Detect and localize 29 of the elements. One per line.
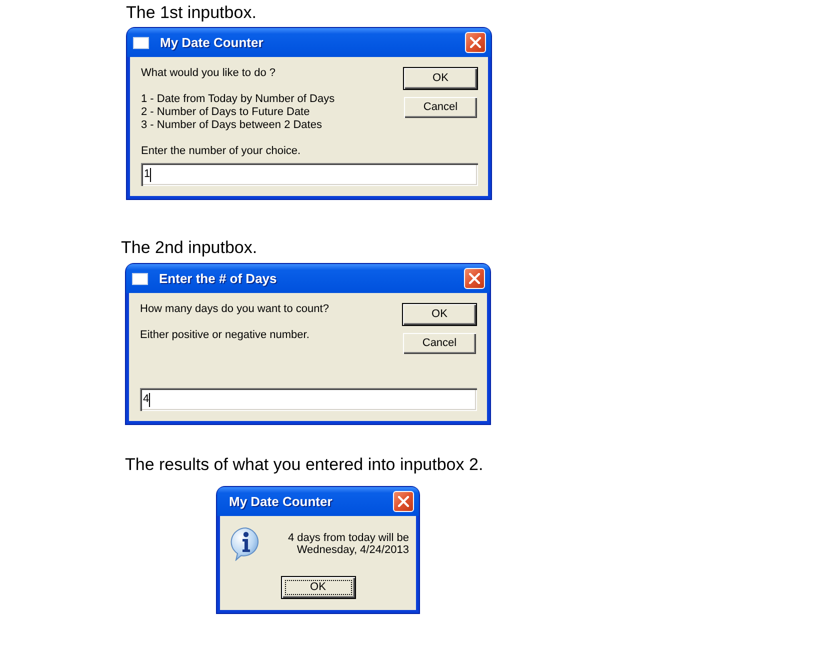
dialog-button[interactable]: Cancel <box>403 96 478 119</box>
caption: The 1st inputbox. <box>126 3 256 23</box>
prompt-text: Enter the number of your choice. <box>141 145 302 158</box>
window-title: My Date Counter <box>229 494 332 510</box>
input-field[interactable]: 4 <box>140 388 477 411</box>
prompt-text: What would you like to do ? <box>141 67 277 80</box>
close-icon <box>398 496 409 507</box>
default-button[interactable]: OK <box>402 303 477 326</box>
close-button[interactable] <box>464 268 485 289</box>
prompt-text: 2 - Number of Days to Future Date <box>141 106 311 119</box>
window-icon <box>133 36 149 48</box>
prompt-text: 1 - Date from Today by Number of Days <box>141 93 336 106</box>
close-icon <box>470 37 481 48</box>
close-icon <box>469 273 480 284</box>
prompt-text: 3 - Number of Days between 2 Dates <box>141 119 323 132</box>
message-text: 4 days from today will be Wednesday, 4/24/2013 <box>286 532 409 556</box>
close-button[interactable] <box>393 491 414 512</box>
window-title: Enter the # of Days <box>159 270 277 286</box>
default-button[interactable]: OK <box>403 67 478 90</box>
caption: The results of what you entered into inputbox 2. <box>125 455 484 475</box>
prompt-text: Either positive or negative number. <box>140 329 310 342</box>
window-icon <box>132 272 148 284</box>
caption: The 2nd inputbox. <box>121 238 258 258</box>
window-title: My Date Counter <box>160 34 264 50</box>
default-button[interactable]: OK <box>280 576 356 599</box>
close-button[interactable] <box>465 32 486 53</box>
input-field[interactable]: 1 <box>141 163 478 186</box>
dialog-button[interactable]: Cancel <box>402 332 477 355</box>
prompt-text: How many days do you want to count? <box>140 303 330 316</box>
